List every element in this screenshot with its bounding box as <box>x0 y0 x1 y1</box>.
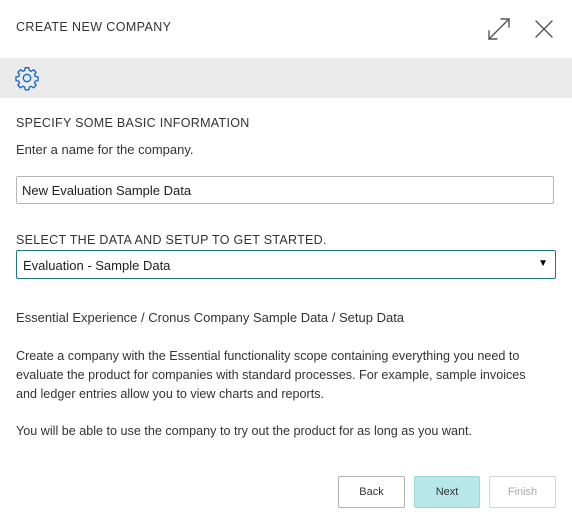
create-company-dialog: CREATE NEW COMPANY SPECIFY SOME BASIC IN… <box>0 0 572 522</box>
gear-icon[interactable] <box>14 65 40 91</box>
close-icon[interactable] <box>531 16 557 42</box>
finish-button: Finish <box>489 476 556 508</box>
data-setup-heading: SELECT THE DATA AND SETUP TO GET STARTED… <box>16 233 327 247</box>
setup-note: You will be able to use the company to t… <box>16 424 472 438</box>
back-button[interactable]: Back <box>338 476 405 508</box>
dropdown-arrow-icon: ▼ <box>538 258 548 269</box>
company-name-input[interactable] <box>16 176 554 204</box>
data-setup-select[interactable]: Evaluation - Sample Data ▼ <box>16 250 556 279</box>
next-button[interactable]: Next <box>414 476 480 508</box>
toolbar <box>0 58 572 98</box>
expand-icon[interactable] <box>486 16 512 42</box>
company-name-prompt: Enter a name for the company. <box>16 142 194 157</box>
dialog-title: CREATE NEW COMPANY <box>16 20 172 34</box>
setup-description: Create a company with the Essential func… <box>16 349 526 401</box>
basic-info-heading: SPECIFY SOME BASIC INFORMATION <box>16 116 250 130</box>
select-value: Evaluation - Sample Data <box>23 258 171 273</box>
setup-subtitle: Essential Experience / Cronus Company Sa… <box>16 310 405 325</box>
